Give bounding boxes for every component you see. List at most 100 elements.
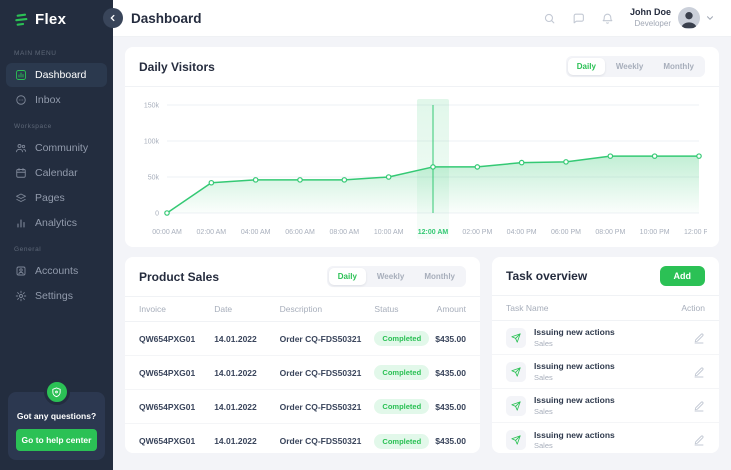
- task-subtitle: Sales: [534, 373, 615, 382]
- date-cell: 14.01.2022: [214, 436, 279, 446]
- svg-text:0: 0: [155, 211, 159, 218]
- bell-icon[interactable]: [601, 12, 614, 25]
- task-overview-title: Task overview: [506, 269, 587, 283]
- sales-period-tabs: DailyWeeklyMonthly: [327, 266, 466, 287]
- col-amount: Amount: [427, 304, 466, 314]
- task-title: Issuing new actions: [534, 395, 615, 406]
- tab-weekly[interactable]: Weekly: [368, 268, 413, 285]
- col-task-name: Task Name: [506, 303, 549, 313]
- main-content: Daily Visitors DailyWeeklyMonthly 050k10…: [113, 37, 731, 470]
- chevron-down-icon[interactable]: [705, 13, 715, 23]
- help-center-button[interactable]: Go to help center: [16, 429, 97, 451]
- sidebar-item-dashboard[interactable]: Dashboard: [6, 63, 107, 87]
- edit-icon: [693, 400, 705, 412]
- svg-text:08:00 PM: 08:00 PM: [595, 229, 625, 236]
- svg-text:10:00 AM: 10:00 AM: [374, 229, 404, 236]
- help-question: Got any questions?: [16, 411, 97, 421]
- help-card: Got any questions? Go to help center: [8, 392, 105, 460]
- daily-visitors-card: Daily Visitors DailyWeeklyMonthly 050k10…: [125, 47, 719, 247]
- svg-text:10:00 PM: 10:00 PM: [640, 229, 670, 236]
- status-cell: Completed: [374, 365, 426, 380]
- sidebar-item-pages[interactable]: Pages: [6, 186, 107, 210]
- top-header: Dashboard John Doe Developer: [113, 0, 731, 37]
- product-sales-title: Product Sales: [139, 270, 219, 284]
- amount-cell: $435.00: [427, 402, 466, 412]
- task-list: Issuing new actionsSalesIssuing new acti…: [492, 321, 719, 457]
- svg-text:02:00 PM: 02:00 PM: [462, 229, 492, 236]
- col-description: Description: [280, 304, 375, 314]
- visitors-period-tabs: DailyWeeklyMonthly: [566, 56, 705, 77]
- description-cell: Order CQ-FDS50321: [280, 436, 375, 446]
- community-icon: [15, 142, 27, 154]
- task-subtitle: Sales: [534, 339, 615, 348]
- description-cell: Order CQ-FDS50321: [280, 402, 375, 412]
- description-cell: Order CQ-FDS50321: [280, 334, 375, 344]
- svg-text:150k: 150k: [144, 103, 160, 110]
- edit-task-button[interactable]: [693, 366, 705, 378]
- visitors-area-chart: 050k100k150k00:00 AM02:00 AM04:00 AM06:0…: [137, 93, 707, 243]
- calendar-icon: [15, 167, 27, 179]
- invoice-cell: QW654PXG01: [139, 368, 214, 378]
- user-meta: John Doe Developer: [630, 7, 671, 28]
- chat-icon[interactable]: [572, 12, 585, 25]
- svg-text:50k: 50k: [148, 175, 160, 182]
- svg-text:12:00 AM: 12:00 AM: [418, 229, 449, 236]
- avatar[interactable]: [678, 7, 700, 29]
- search-icon[interactable]: [543, 12, 556, 25]
- table-row: QW654PXG0114.01.2022Order CQ-FDS50321Com…: [125, 390, 480, 424]
- sidebar-item-label: Community: [35, 142, 88, 154]
- sidebar-collapse-button[interactable]: [103, 8, 123, 28]
- tab-daily[interactable]: Daily: [568, 58, 605, 75]
- svg-text:06:00 PM: 06:00 PM: [551, 229, 581, 236]
- invoice-cell: QW654PXG01: [139, 402, 214, 412]
- amount-cell: $435.00: [427, 334, 466, 344]
- sales-table-header: Invoice Date Description Status Amount: [125, 297, 480, 322]
- svg-text:00:00 AM: 00:00 AM: [152, 229, 182, 236]
- sidebar-menu: MAIN MENUDashboardInboxWorkspaceCommunit…: [0, 40, 113, 308]
- invoice-cell: QW654PXG01: [139, 334, 214, 344]
- svg-text:12:00 PM: 12:00 PM: [684, 229, 707, 236]
- status-cell: Completed: [374, 399, 426, 414]
- chevron-left-icon: [108, 13, 118, 23]
- logo-icon: [13, 12, 29, 28]
- status-cell: Completed: [374, 331, 426, 346]
- tab-daily[interactable]: Daily: [329, 268, 366, 285]
- sidebar-item-accounts[interactable]: Accounts: [6, 259, 107, 283]
- amount-cell: $435.00: [427, 436, 466, 446]
- col-invoice: Invoice: [139, 304, 214, 314]
- edit-icon: [693, 434, 705, 446]
- sidebar-item-community[interactable]: Community: [6, 136, 107, 160]
- sidebar-item-inbox[interactable]: Inbox: [6, 88, 107, 112]
- task-subtitle: Sales: [534, 441, 615, 450]
- edit-task-button[interactable]: [693, 400, 705, 412]
- tab-monthly[interactable]: Monthly: [654, 58, 703, 75]
- sidebar-item-analytics[interactable]: Analytics: [6, 211, 107, 235]
- status-badge: Completed: [374, 365, 429, 380]
- send-icon: [506, 396, 526, 416]
- task-overview-card: Task overview Add Task Name Action Issui…: [492, 257, 719, 453]
- status-badge: Completed: [374, 331, 429, 346]
- table-row: QW654PXG0114.01.2022Order CQ-FDS50321Com…: [125, 424, 480, 458]
- status-badge: Completed: [374, 434, 429, 449]
- svg-text:04:00 AM: 04:00 AM: [241, 229, 271, 236]
- sidebar: Flex MAIN MENUDashboardInboxWorkspaceCom…: [0, 0, 113, 470]
- edit-task-button[interactable]: [693, 332, 705, 344]
- sidebar-item-calendar[interactable]: Calendar: [6, 161, 107, 185]
- sidebar-item-label: Inbox: [35, 94, 61, 106]
- edit-icon: [693, 332, 705, 344]
- dashboard-icon: [15, 69, 27, 81]
- svg-text:100k: 100k: [144, 139, 160, 146]
- task-title: Issuing new actions: [534, 327, 615, 338]
- sidebar-item-label: Pages: [35, 192, 65, 204]
- logo: Flex: [0, 0, 113, 40]
- add-task-button[interactable]: Add: [660, 266, 706, 286]
- edit-task-button[interactable]: [693, 434, 705, 446]
- accounts-icon: [15, 265, 27, 277]
- tab-weekly[interactable]: Weekly: [607, 58, 652, 75]
- sidebar-item-settings[interactable]: Settings: [6, 284, 107, 308]
- tab-monthly[interactable]: Monthly: [415, 268, 464, 285]
- list-item: Issuing new actionsSales: [492, 389, 719, 423]
- sidebar-item-label: Calendar: [35, 167, 78, 179]
- send-icon: [506, 362, 526, 382]
- user-role: Developer: [630, 19, 671, 29]
